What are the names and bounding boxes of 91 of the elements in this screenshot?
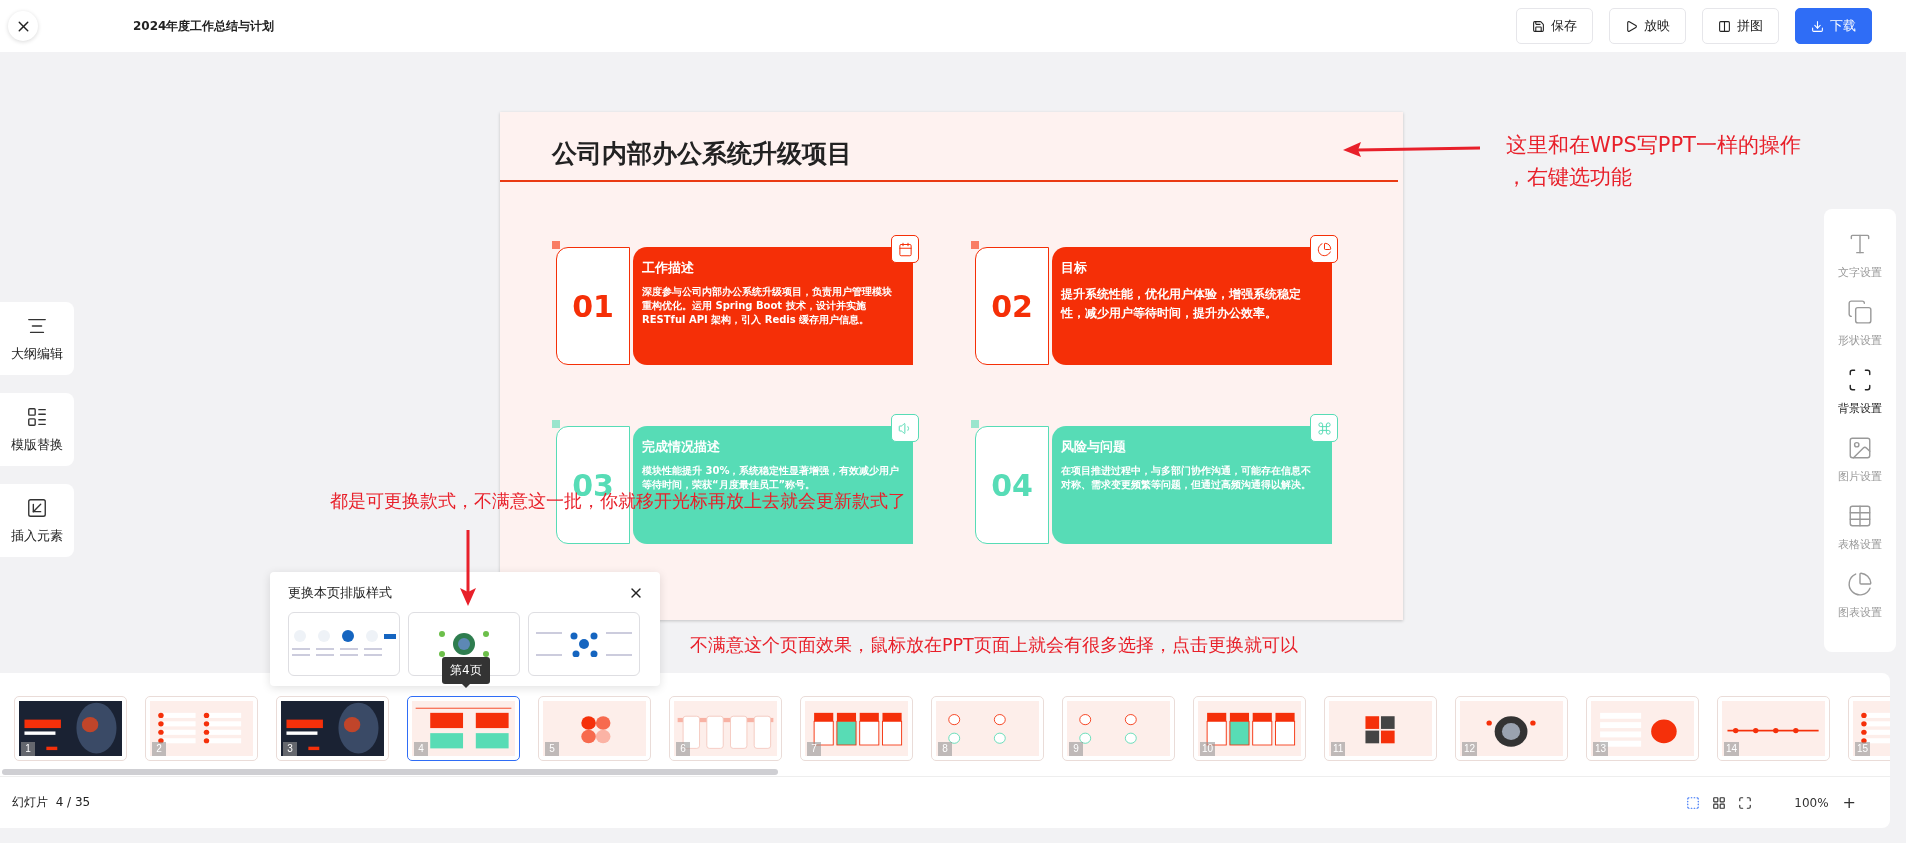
side-tool-button[interactable]: 插入元素: [0, 484, 74, 557]
play-icon: [1625, 19, 1638, 33]
slide-thumbnail[interactable]: 7: [800, 696, 913, 761]
card-text: 模块性能提升 30%，系统稳定性显著增强，有效减少用户等待时间，荣获“月度最佳员工”称号。: [642, 464, 901, 492]
slide-thumbnail[interactable]: 3: [276, 696, 389, 761]
grid-icon[interactable]: [1712, 795, 1727, 810]
shape-icon: [1847, 299, 1873, 325]
settings-item[interactable]: 图表设置: [1838, 571, 1882, 620]
annotation-text: 不满意这个页面效果，鼠标放在PPT页面上就会有很多选择，点击更换就可以: [690, 634, 1298, 657]
slide-number: 14: [1724, 742, 1740, 756]
settings-item[interactable]: 表格设置: [1838, 503, 1882, 552]
settings-item[interactable]: 图片设置: [1838, 435, 1882, 484]
slide-number: 15: [1855, 742, 1871, 756]
slide-number: 12: [1462, 742, 1478, 756]
background-icon: [1847, 367, 1873, 393]
layout-option[interactable]: [528, 612, 640, 676]
settings-item[interactable]: 文字设置: [1838, 231, 1882, 280]
image-icon: [1847, 435, 1873, 461]
slide-number: 13: [1593, 742, 1609, 756]
slide-number: 8: [938, 742, 952, 756]
layout-option[interactable]: [408, 612, 520, 676]
slide-number: 6: [676, 742, 690, 756]
toolbar-button[interactable]: 下载: [1795, 8, 1872, 44]
slide-counter: 幻灯片 4 / 35: [12, 794, 91, 811]
pie-icon: [1316, 241, 1332, 257]
command-icon: [1316, 420, 1332, 436]
chart-icon: [1847, 571, 1873, 597]
download-icon: [1811, 19, 1824, 33]
slide-thumbnail[interactable]: 5: [538, 696, 651, 761]
slide-number: 2: [152, 742, 166, 756]
slide-thumbnail[interactable]: 10: [1193, 696, 1306, 761]
side-tool-button[interactable]: 模版替换: [0, 393, 74, 466]
side-tool-button[interactable]: 大纲编辑: [0, 302, 74, 375]
slide-number: 5: [545, 742, 559, 756]
slide-number: 11: [1331, 742, 1346, 756]
view-icon[interactable]: [1686, 795, 1701, 810]
corner-square: [971, 241, 979, 249]
slide-number: 4: [414, 742, 428, 756]
card-text: 在项目推进过程中，与多部门协作沟通，可能存在信息不对称、需求变更频繁等问题，但通过高频沟通得以解决。: [1061, 464, 1312, 492]
template-icon: [26, 405, 48, 428]
slide-thumbnail[interactable]: 15: [1848, 696, 1890, 761]
scrollbar[interactable]: [2, 769, 778, 775]
corner-square: [552, 420, 560, 428]
slide-thumbnail[interactable]: 13: [1586, 696, 1699, 761]
slide-thumbnail[interactable]: 2: [145, 696, 258, 761]
card-title: 完成情况描述: [642, 438, 721, 456]
fullscreen-icon[interactable]: [1738, 795, 1753, 810]
card-title: 目标: [1061, 259, 1088, 277]
slide-thumbnail[interactable]: 11: [1324, 696, 1437, 761]
annotation-text: ，右键选功能: [1506, 163, 1633, 191]
card-number: 01: [556, 247, 630, 365]
slide-number: 1: [21, 742, 35, 756]
corner-square: [971, 420, 979, 428]
save-icon: [1532, 19, 1545, 33]
layout-preview-drawing: [439, 631, 489, 657]
slide-number: 3: [283, 742, 297, 756]
zoom-level: 100%: [1794, 795, 1829, 810]
slide-thumbnail[interactable]: 12: [1455, 696, 1568, 761]
zoom-in-button[interactable]: +: [1840, 793, 1858, 812]
slide-number: 9: [1069, 742, 1083, 756]
slide-thumbnail[interactable]: 1: [14, 696, 127, 761]
insert-icon: [26, 496, 48, 519]
toolbar-button[interactable]: 保存: [1516, 8, 1593, 44]
slide-thumbnail[interactable]: 6: [669, 696, 782, 761]
slide-thumbnail[interactable]: 8: [931, 696, 1044, 761]
card-title: 风险与问题: [1061, 438, 1127, 456]
slide-number: 7: [807, 742, 821, 756]
card-text: 提升系统性能，优化用户体验，增强系统稳定性，减少用户等待时间，提升办公效率。: [1061, 286, 1302, 322]
layout-option[interactable]: [288, 612, 400, 676]
document-title: 2024年度工作总结与计划: [133, 17, 275, 35]
toolbar-button[interactable]: 拼图: [1702, 8, 1779, 44]
card-title: 工作描述: [642, 259, 695, 277]
tooltip: 第4页: [442, 657, 490, 684]
corner-square: [552, 241, 560, 249]
slide-title: 公司内部办公系统升级项目: [552, 138, 852, 170]
card-number: 04: [975, 426, 1049, 544]
settings-item[interactable]: 背景设置: [1838, 367, 1882, 416]
collage-icon: [1718, 19, 1731, 33]
annotation-text: 这里和在WPS写PPT一样的操作: [1506, 132, 1801, 159]
toolbar-button[interactable]: 放映: [1609, 8, 1686, 44]
table-icon: [1847, 503, 1873, 529]
settings-item[interactable]: 形状设置: [1838, 299, 1882, 348]
close-button[interactable]: [8, 11, 38, 41]
calendar-icon: [897, 241, 913, 257]
slide-number: 10: [1200, 742, 1216, 756]
slide-thumbnail[interactable]: 9: [1062, 696, 1175, 761]
slide-thumbnail[interactable]: 4: [407, 696, 520, 761]
card-number: 02: [975, 247, 1049, 365]
slide-thumbnail[interactable]: 14: [1717, 696, 1830, 761]
card-text: 深度参与公司内部办公系统升级项目，负责用户管理模块重构优化。运用 Spring Boot 技术，设计并实施 RESTful API 架构，引入 Redis 缓存用户信息。: [642, 285, 893, 327]
popup-title: 更换本页排版样式: [288, 584, 392, 602]
